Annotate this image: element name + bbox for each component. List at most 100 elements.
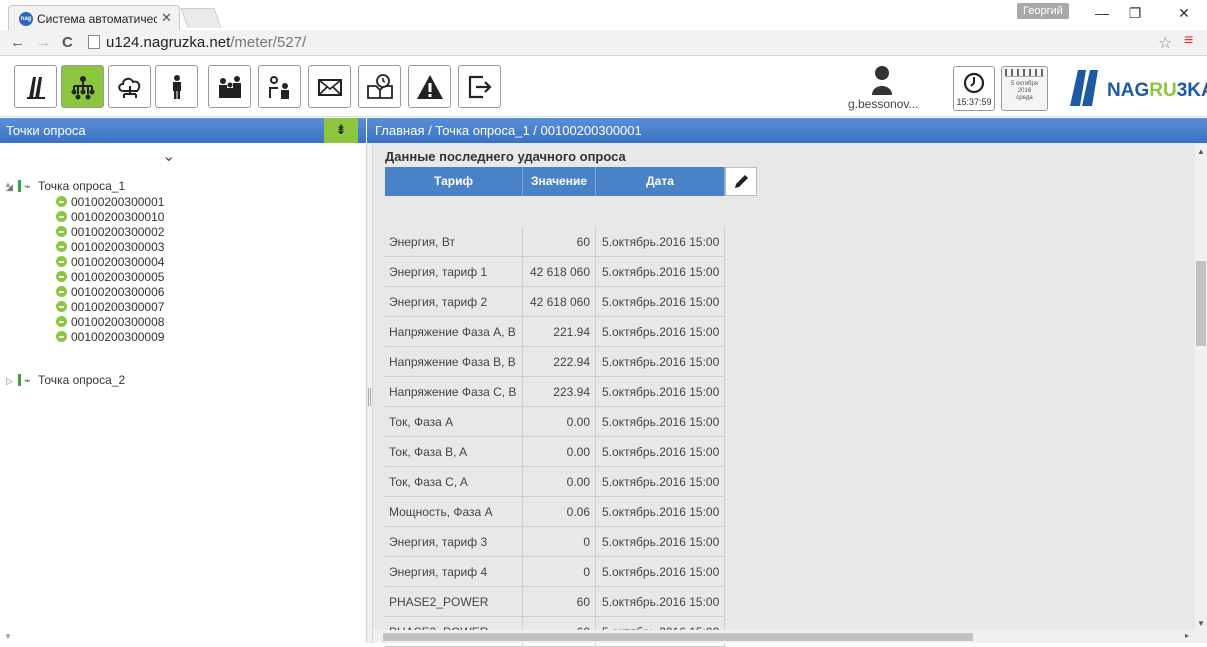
breadcrumb[interactable]: Главная / Точка опроса_1 / 0010020030000… (367, 118, 1207, 143)
calendar-day: 5 октября (1011, 81, 1038, 87)
splitter-grip[interactable] (368, 388, 371, 406)
cell-name: Напряжение Фаза C, В (385, 377, 523, 406)
tree-node[interactable]: ▷ ⌁ Точка опроса_2 (6, 373, 125, 387)
table-row[interactable]: Ток, Фаза A 0.00 5.октябрь.2016 15:00 (385, 407, 725, 437)
meter-item[interactable]: 00100200300008 (56, 315, 164, 329)
tree-expand-icon[interactable]: ▷ (6, 374, 18, 388)
username[interactable]: g.bessonov... (848, 97, 919, 111)
cell-date: 5.октябрь.2016 15:00 (596, 467, 725, 496)
persons-settings-icon (268, 75, 289, 99)
table-row[interactable]: Ток, Фаза C, A 0.00 5.октябрь.2016 15:00 (385, 467, 725, 497)
group-button[interactable] (208, 65, 251, 108)
meter-label: 00100200300010 (71, 210, 165, 224)
logo-text-a: NAG (1107, 80, 1150, 101)
tree-node[interactable]: ◢ ⌁ Точка опроса_1 (6, 179, 125, 193)
table-row[interactable]: Энергия, тариф 3 0 5.октябрь.2016 15:00 (385, 527, 725, 557)
browser-tab[interactable]: nag Система автоматическог ✕ (8, 5, 180, 30)
status-bar-icon (18, 374, 21, 386)
table-row[interactable]: Мощность, Фаза A 0.06 5.октябрь.2016 15:00 (385, 497, 725, 527)
address-bar: ← → C u124.nagruzka.net/meter/527/ ☆ ≡ (0, 30, 1207, 56)
chevron-down-icon[interactable]: ⌄ (162, 146, 175, 166)
cloud-tree-button[interactable] (108, 65, 151, 108)
vertical-scrollbar[interactable]: ▲ ▼ (1195, 143, 1207, 630)
cell-value: 0.00 (523, 437, 596, 466)
column-header-value[interactable]: Значение (523, 167, 596, 196)
cell-value: 0.00 (523, 407, 596, 436)
scrollbar-thumb[interactable] (383, 633, 973, 641)
back-icon[interactable]: ← (10, 34, 25, 51)
meter-item[interactable]: 00100200300002 (56, 225, 164, 239)
cell-name: Энергия, Вт (385, 227, 523, 256)
restore-icon[interactable]: ❐ (1120, 5, 1150, 22)
users-settings-button[interactable] (258, 65, 301, 108)
main-content: Данные последнего удачного опроса Тариф … (373, 143, 1195, 647)
cell-name: Мощность, Фаза A (385, 497, 523, 526)
meter-item[interactable]: 00100200300010 (56, 210, 164, 224)
table-row[interactable]: Напряжение Фаза B, В 222.94 5.октябрь.2016… (385, 347, 725, 377)
forward-icon[interactable]: → (36, 34, 51, 51)
table-row[interactable]: Энергия, Вт 60 5.октябрь.2016 15:00 (385, 227, 725, 257)
data-table: Энергия, Вт 60 5.октябрь.2016 15:00 Энергия… (385, 227, 725, 647)
browser-profile-chip[interactable]: Георгий (1017, 3, 1069, 19)
cell-date: 5.октябрь.2016 15:00 (596, 317, 725, 346)
books-button[interactable] (14, 65, 57, 108)
cell-date: 5.октябрь.2016 15:00 (596, 287, 725, 316)
cell-value: 60 (523, 227, 596, 256)
scroll-right-icon[interactable]: ▸ (1185, 631, 1189, 640)
new-tab-button[interactable] (180, 8, 222, 28)
cell-date: 5.октябрь.2016 15:00 (596, 407, 725, 436)
scroll-down-icon[interactable]: ▼ (4, 632, 12, 641)
reload-icon[interactable]: C (62, 34, 73, 51)
window-close-icon[interactable]: ✕ (1169, 5, 1199, 22)
alerts-button[interactable] (408, 65, 451, 108)
cell-value: 60 (523, 587, 596, 616)
exit-button[interactable] (458, 65, 501, 108)
logo-text-c: 3KA (1176, 80, 1207, 101)
mail-button[interactable] (308, 65, 351, 108)
network-button[interactable] (61, 65, 104, 108)
scroll-up-icon[interactable]: ▲ (1197, 147, 1205, 156)
edit-button[interactable] (725, 167, 757, 196)
scroll-down-icon[interactable]: ▼ (1197, 619, 1205, 628)
bookmark-star-icon[interactable]: ☆ (1158, 33, 1172, 53)
meter-status-icon (56, 226, 67, 237)
reports-button[interactable] (358, 65, 401, 108)
collapse-panel-button[interactable]: ⇟ (324, 118, 358, 143)
table-row[interactable]: Энергия, тариф 4 0 5.октябрь.2016 15:00 (385, 557, 725, 587)
page-icon (88, 35, 100, 49)
table-row[interactable]: Напряжение Фаза A, В 221.94 5.октябрь.2016… (385, 317, 725, 347)
table-row[interactable]: Энергия, тариф 2 42 618 060 5.октябрь.2016… (385, 287, 725, 317)
pencil-icon (735, 174, 748, 188)
meter-status-icon (56, 256, 67, 267)
user-avatar-icon[interactable] (871, 65, 893, 95)
person-button[interactable] (155, 65, 198, 108)
table-row[interactable]: Ток, Фаза B, A 0.00 5.октябрь.2016 15:00 (385, 437, 725, 467)
cell-date: 5.октябрь.2016 15:00 (596, 377, 725, 406)
cell-date: 5.октябрь.2016 15:00 (596, 587, 725, 616)
meter-label: 00100200300005 (71, 270, 165, 284)
horizontal-scrollbar[interactable]: ▸ (373, 630, 1207, 643)
scrollbar-thumb[interactable] (1196, 261, 1206, 346)
meter-item[interactable]: 00100200300001 (56, 195, 164, 209)
scroll-up-icon[interactable]: ▲ (4, 180, 12, 189)
meter-item[interactable]: 00100200300009 (56, 330, 164, 344)
meter-item[interactable]: 00100200300005 (56, 270, 164, 284)
warning-icon (416, 74, 443, 99)
table-row[interactable]: Напряжение Фаза C, В 223.94 5.октябрь.2016… (385, 377, 725, 407)
tab-close-icon[interactable]: ✕ (161, 10, 172, 26)
meter-item[interactable]: 00100200300004 (56, 255, 164, 269)
column-header-tariff[interactable]: Тариф (385, 167, 523, 196)
meter-label: 00100200300001 (71, 195, 165, 209)
cloud-tree-icon (117, 77, 140, 98)
minimize-icon[interactable]: — (1087, 5, 1117, 21)
url-field[interactable]: u124.nagruzka.net/meter/527/ (106, 34, 306, 51)
meter-item[interactable]: 00100200300003 (56, 240, 164, 254)
meter-item[interactable]: 00100200300006 (56, 285, 164, 299)
table-row[interactable]: PHASE2_POWER 60 5.октябрь.2016 15:00 (385, 587, 725, 617)
column-header-date[interactable]: Дата (596, 167, 725, 196)
meter-item[interactable]: 00100200300007 (56, 300, 164, 314)
url-path: /meter/527/ (230, 34, 307, 51)
meter-label: 00100200300008 (71, 315, 165, 329)
browser-menu-icon[interactable]: ≡ (1184, 32, 1193, 50)
table-row[interactable]: Энергия, тариф 1 42 618 060 5.октябрь.2016… (385, 257, 725, 287)
